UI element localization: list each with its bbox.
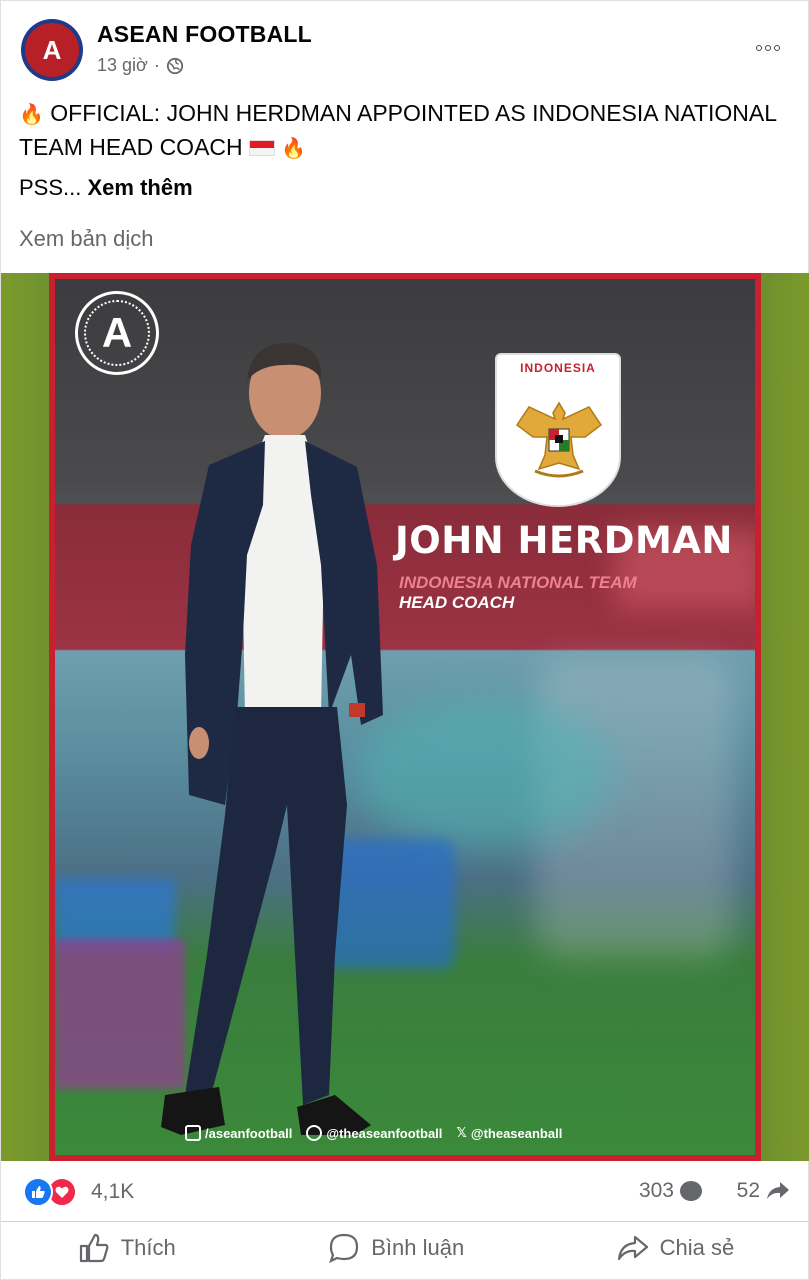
indonesia-flag-icon: [249, 140, 276, 156]
comment-count-value: 303: [638, 1179, 674, 1202]
share-arrow-icon: [767, 1182, 789, 1199]
like-label: Thích: [120, 1234, 176, 1260]
see-translation-link[interactable]: Xem bản dịch: [19, 226, 154, 252]
reaction-count[interactable]: 4,1K: [91, 1180, 134, 1204]
coach-name: JOHN HERDMAN: [395, 519, 733, 562]
thumbs-up-icon: [79, 1233, 109, 1262]
avatar-logo: A: [25, 23, 79, 77]
like-button[interactable]: Thích: [57, 1223, 196, 1273]
action-bar: Thích Bình luận Chia sẻ: [1, 1221, 809, 1273]
x-icon: 𝕏: [456, 1125, 467, 1140]
post-body: 🔥 OFFICIAL: JOHN HERDMAN APPOINTED AS IN…: [19, 97, 794, 165]
team-label: INDONESIA NATIONAL TEAM: [399, 573, 637, 592]
page-name-link[interactable]: ASEAN FOOTBALL: [97, 21, 312, 48]
post-meta: 13 giờ ·: [97, 55, 184, 76]
poster-graphic: A INDONESIA JOHN HERDMAN INDONESIA NATIO…: [49, 273, 761, 1161]
crest-label: INDONESIA: [520, 361, 596, 375]
page-avatar[interactable]: A: [21, 19, 83, 81]
globe-icon: [166, 57, 183, 74]
comment-bubble-icon: [680, 1181, 702, 1201]
more-options-icon[interactable]: [752, 39, 784, 57]
social-facebook: /aseanfootball: [185, 1125, 292, 1141]
share-button[interactable]: Chia sẻ: [596, 1223, 755, 1273]
facebook-icon: [185, 1125, 201, 1141]
comment-label: Bình luận: [371, 1234, 465, 1260]
post-image[interactable]: A INDONESIA JOHN HERDMAN INDONESIA NATIO…: [1, 273, 809, 1161]
instagram-icon: [306, 1125, 323, 1141]
post-card: A ASEAN FOOTBALL 13 giờ · 🔥 OFFICIAL: JO…: [0, 0, 809, 1280]
comment-button[interactable]: Bình luận: [307, 1223, 484, 1273]
share-label: Chia sẻ: [659, 1234, 735, 1260]
meta-separator: ·: [153, 55, 160, 75]
social-handles: /aseanfootball @theaseanfootball 𝕏 @theas…: [185, 1125, 562, 1141]
role-label: HEAD COACH: [399, 593, 515, 612]
post-header: A ASEAN FOOTBALL 13 giờ ·: [19, 17, 794, 87]
fire-emoji-icon: 🔥: [19, 104, 44, 126]
indonesia-crest: INDONESIA: [495, 353, 621, 507]
social-x: 𝕏 @theaseanball: [456, 1125, 563, 1141]
share-count[interactable]: 52: [737, 1179, 790, 1203]
post-excerpt: PSS... Xem thêm: [19, 175, 193, 201]
share-icon: [617, 1235, 648, 1260]
like-reaction-icon: [23, 1177, 53, 1207]
coach-figure: [161, 343, 383, 1135]
pss-text: PSS...: [19, 175, 82, 200]
social-instagram: @theaseanfootball: [306, 1125, 442, 1141]
fire-emoji-icon: 🔥: [281, 138, 307, 160]
post-headline: OFFICIAL: JOHN HERDMAN APPOINTED AS INDO…: [19, 100, 777, 160]
garuda-icon: [515, 401, 603, 478]
reaction-icons[interactable]: [23, 1177, 77, 1207]
see-more-link[interactable]: Xem thêm: [87, 175, 192, 200]
post-time[interactable]: 13 giờ: [97, 55, 148, 76]
reactions-bar: 4,1K 303 52: [19, 1173, 794, 1209]
share-count-value: 52: [736, 1179, 760, 1202]
comment-icon: [329, 1233, 359, 1263]
comment-count[interactable]: 303: [639, 1179, 702, 1203]
